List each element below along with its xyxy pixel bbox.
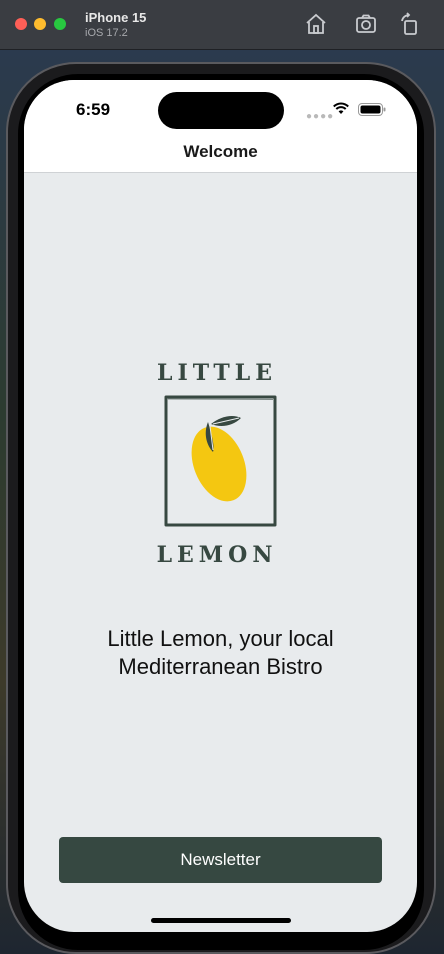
battery-icon [358, 103, 386, 116]
tagline-line-2: Mediterranean Bistro [118, 654, 323, 679]
wifi-icon [333, 102, 349, 114]
tagline-line-1: Little Lemon, your local [107, 626, 334, 651]
tagline: Little Lemon, your local Mediterranean B… [44, 625, 397, 681]
nav-title: Welcome [183, 142, 258, 161]
little-lemon-logo: LITTLE LEMON [154, 360, 280, 570]
status-bar: 6:59 ●●●● [24, 80, 417, 135]
newsletter-button[interactable]: Newsletter [59, 837, 382, 883]
home-icon[interactable] [304, 12, 328, 36]
logo-top-text: LITTLE [157, 360, 277, 386]
minimize-window-button[interactable] [34, 18, 46, 30]
simulator-device-name: iPhone 15 [85, 10, 147, 25]
close-window-button[interactable] [15, 18, 27, 30]
cellular-icon: ●●●● [306, 111, 335, 122]
dynamic-island [158, 92, 284, 129]
status-time: 6:59 [76, 100, 111, 119]
screenshot-icon[interactable] [354, 12, 378, 36]
simulator-title-bar: iPhone 15 iOS 17.2 [0, 0, 444, 50]
app-screen: 6:59 ●●●● Welcome LITTLE LEMON Little Le… [24, 80, 417, 932]
home-indicator[interactable] [151, 918, 291, 923]
rotate-icon[interactable] [398, 12, 422, 36]
zoom-window-button[interactable] [54, 18, 66, 30]
simulator-os-version: iOS 17.2 [85, 27, 128, 39]
lemon-icon [164, 395, 277, 527]
logo-bottom-text: LEMON [156, 542, 278, 568]
navigation-bar: Welcome [24, 135, 417, 173]
